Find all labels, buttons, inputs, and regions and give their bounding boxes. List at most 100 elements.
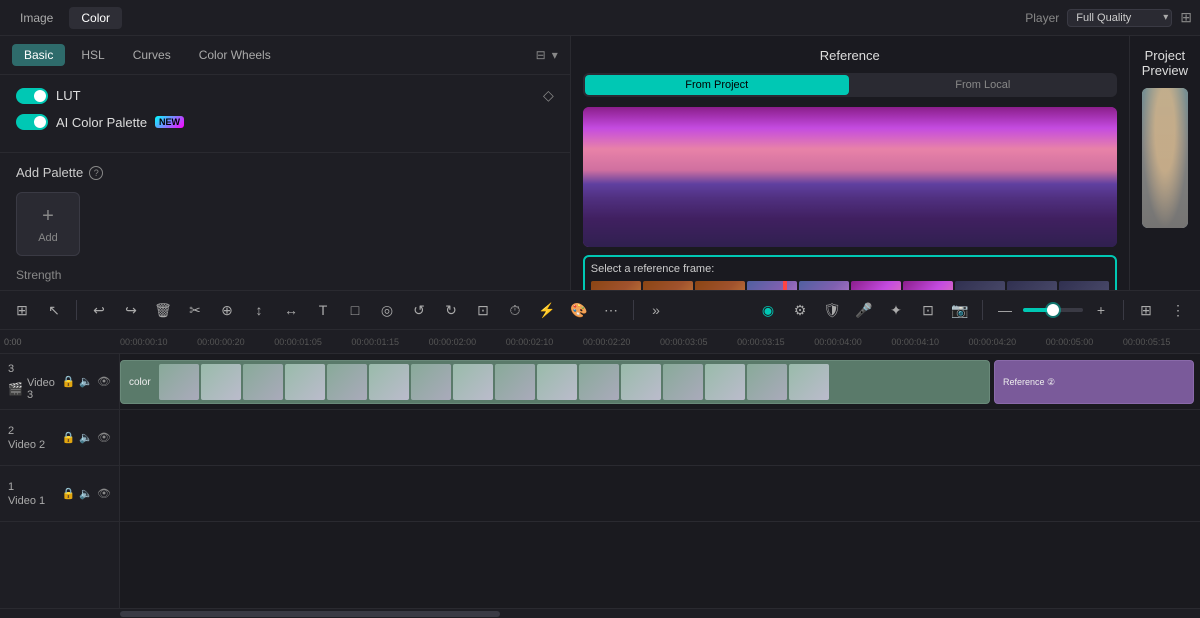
clip-thumb-3 (243, 364, 283, 400)
tab-color[interactable]: Color (69, 7, 122, 29)
from-project-tab[interactable]: From Project (585, 75, 849, 95)
tool-cut[interactable]: ✂ (181, 296, 209, 324)
reference-project-row: Reference From Project From Local Select… (571, 36, 1200, 290)
zoom-out-btn[interactable]: — (991, 296, 1019, 324)
ruler-tick-7: 00:00:02:20 (583, 337, 660, 347)
frame-thumb-4[interactable] (747, 281, 797, 290)
tool-move-vertical[interactable]: ↕ (245, 296, 273, 324)
tool-more3[interactable]: ⋮ (1164, 296, 1192, 324)
clip-thumb-9 (495, 364, 535, 400)
layout-grid-icon[interactable]: ⊞ (1180, 9, 1192, 26)
right-panel: Reference From Project From Local Select… (571, 36, 1200, 290)
tool-rotate-right[interactable]: ↻ (437, 296, 465, 324)
ruler-tick-2: 00:00:00:20 (197, 337, 274, 347)
video1-speaker-icon[interactable]: 🔈 (79, 487, 93, 500)
frame-thumb-1[interactable] (591, 281, 641, 290)
chevron-down-icon[interactable]: ▾ (552, 48, 558, 62)
scrollbar-thumb[interactable] (120, 611, 500, 617)
frame-strip[interactable] (591, 281, 1109, 290)
ruler-tick-12: 00:00:04:20 (969, 337, 1046, 347)
clip-reference-label: Reference ② (995, 377, 1063, 388)
ruler-tick-5: 00:00:02:00 (429, 337, 506, 347)
tool-shape[interactable]: □ (341, 296, 369, 324)
frame-thumb-8[interactable] (955, 281, 1005, 290)
tool-camera[interactable]: 📷 (946, 296, 974, 324)
tool-grid2[interactable]: ⊡ (914, 296, 942, 324)
tab-curves[interactable]: Curves (121, 44, 183, 66)
tool-redo[interactable]: ↪ (117, 296, 145, 324)
frame-select-label: Select a reference frame: (591, 263, 1109, 275)
tool-more[interactable]: ⋯ (597, 296, 625, 324)
reference-frame-select[interactable]: Select a reference frame: (583, 255, 1117, 290)
frame-thumb-10[interactable] (1059, 281, 1109, 290)
tool-undo[interactable]: ↩ (85, 296, 113, 324)
video2-lock-icon[interactable]: 🔒 (62, 431, 76, 444)
tab-hsl[interactable]: HSL (69, 44, 116, 66)
frame-thumb-6[interactable] (851, 281, 901, 290)
expand-icon[interactable]: ⊟ (536, 48, 546, 62)
tool-settings[interactable]: ⚙ (786, 296, 814, 324)
tab-image[interactable]: Image (8, 7, 65, 29)
clip-thumb-11 (579, 364, 619, 400)
zoom-control[interactable] (1023, 308, 1083, 312)
tool-more2[interactable]: » (642, 296, 670, 324)
frame-thumb-2[interactable] (643, 281, 693, 290)
ai-palette-toggle-row: AI Color Palette NEW (16, 114, 554, 130)
video3-speaker-icon[interactable]: 🔈 (79, 375, 93, 388)
frame-thumb-5[interactable] (799, 281, 849, 290)
tool-select[interactable]: ↖ (40, 296, 68, 324)
tool-split[interactable]: ⊕ (213, 296, 241, 324)
ruler-tick-11: 00:00:04:10 (891, 337, 968, 347)
tool-delete[interactable]: 🗑 (149, 296, 177, 324)
frame-thumb-7[interactable] (903, 281, 953, 290)
add-palette-button[interactable]: + Add (16, 192, 80, 256)
tool-color[interactable]: 🎨 (565, 296, 593, 324)
zoom-slider-thumb[interactable] (1047, 304, 1059, 316)
clip-thumb-13 (663, 364, 703, 400)
video1-lock-icon[interactable]: 🔒 (62, 487, 76, 500)
tool-grid[interactable]: ⊡ (469, 296, 497, 324)
info-icon[interactable]: ? (89, 166, 103, 180)
clip-thumb-2 (201, 364, 241, 400)
clip-reference[interactable]: Reference ② (994, 360, 1194, 404)
video1-eye-icon[interactable]: 👁 (97, 487, 111, 500)
project-preview-title: Project Preview (1142, 48, 1188, 78)
lut-section: LUT ◇ AI Color Palette NEW (0, 75, 570, 153)
sub-tabs: Basic HSL Curves Color Wheels ⊟ ▾ (0, 36, 570, 75)
frame-thumb-3[interactable] (695, 281, 745, 290)
clip-color[interactable]: color (120, 360, 990, 404)
video3-eye-icon[interactable]: 👁 (97, 375, 111, 388)
tool-rotate-left[interactable]: ↺ (405, 296, 433, 324)
tool-sep-3 (982, 300, 983, 320)
clip-thumb-14 (705, 364, 745, 400)
tool-record[interactable]: ◉ (754, 296, 782, 324)
lut-toggle[interactable] (16, 88, 48, 104)
tool-text[interactable]: T (309, 296, 337, 324)
tool-multiselect[interactable]: ⊞ (8, 296, 36, 324)
tool-layout[interactable]: ⊞ (1132, 296, 1160, 324)
track-labels: 3 🎬 Video 3 🔒 🔈 👁 2 Video 2 (0, 354, 120, 608)
video3-lock-icon[interactable]: 🔒 (62, 375, 76, 388)
video1-number: 1 (8, 481, 14, 493)
zoom-slider[interactable] (1023, 308, 1083, 312)
frame-thumb-9[interactable] (1007, 281, 1057, 290)
tool-circle[interactable]: ◎ (373, 296, 401, 324)
from-local-tab[interactable]: From Local (851, 75, 1115, 95)
tool-shield[interactable]: 🛡 (818, 296, 846, 324)
tool-effect[interactable]: ⚡ (533, 296, 561, 324)
tool-move-horizontal[interactable]: ↔ (277, 296, 305, 324)
zoom-in-btn[interactable]: + (1087, 296, 1115, 324)
tab-basic[interactable]: Basic (12, 44, 65, 66)
tool-star[interactable]: ✦ (882, 296, 910, 324)
player-label: Player (1025, 11, 1059, 25)
tool-mic[interactable]: 🎤 (850, 296, 878, 324)
tool-timer[interactable]: ⏱ (501, 296, 529, 324)
from-tabs: From Project From Local (583, 73, 1117, 97)
lut-keyframe-icon[interactable]: ◇ (543, 87, 554, 104)
video2-speaker-icon[interactable]: 🔈 (79, 431, 93, 444)
video2-eye-icon[interactable]: 👁 (97, 431, 111, 444)
ai-palette-toggle[interactable] (16, 114, 48, 130)
quality-select[interactable]: Full Quality Half Quality Quarter Qualit… (1067, 9, 1172, 27)
horizontal-scrollbar[interactable] (0, 608, 1200, 618)
tab-color-wheels[interactable]: Color Wheels (187, 44, 283, 66)
